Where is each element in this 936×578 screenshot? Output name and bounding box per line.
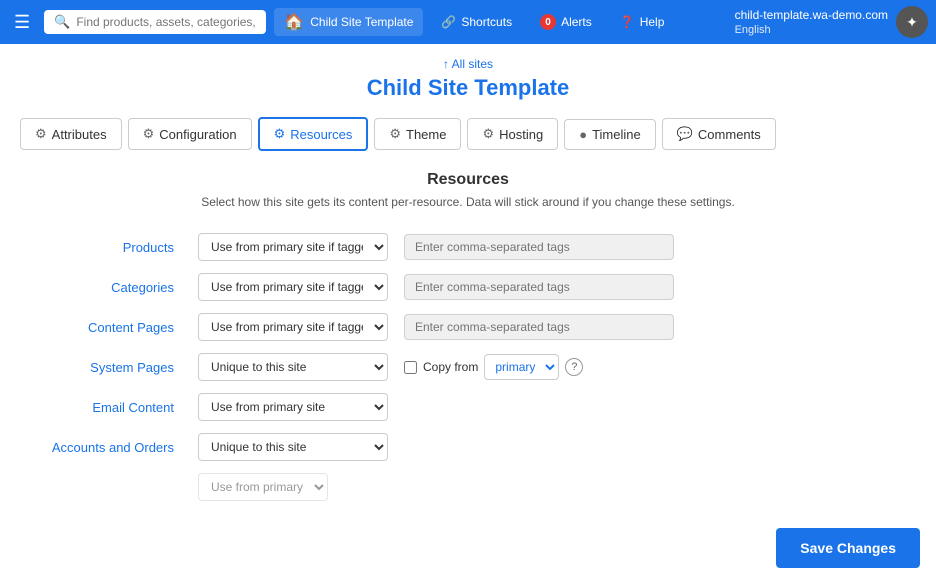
site-badge-label: Child Site Template (310, 15, 413, 29)
copy-from-checkbox[interactable] (404, 361, 417, 374)
accounts-orders-select-cell: Unique to this site Use from primary sit… (190, 427, 396, 467)
configuration-icon: ⚙ (143, 126, 155, 142)
categories-label: Categories (30, 267, 190, 307)
system-pages-label: System Pages (30, 347, 190, 387)
tab-resources[interactable]: ⚙ Resources (258, 117, 369, 151)
site-avatar: ✦ (896, 6, 928, 38)
resources-title: Resources (30, 171, 906, 189)
search-bar[interactable]: 🔍 (44, 10, 266, 34)
tab-hosting-label: Hosting (499, 127, 543, 142)
save-changes-button[interactable]: Save Changes (776, 528, 920, 568)
site-badge-icon: 🏠 (284, 12, 304, 32)
content-pages-label: Content Pages (30, 307, 190, 347)
tab-comments-label: Comments (698, 127, 761, 142)
more-extra-cell (396, 467, 906, 507)
email-content-select[interactable]: Use from primary site Use from primary s… (198, 393, 388, 421)
content-pages-select[interactable]: Use from primary site if tagged Use from… (198, 313, 388, 341)
content-area: Resources Select how this site gets its … (0, 161, 936, 517)
search-input[interactable] (76, 15, 256, 29)
table-row: Use from primary site (30, 467, 906, 507)
topnav: ☰ 🔍 🏠 Child Site Template 🔗 Shortcuts 0 … (0, 0, 936, 44)
system-pages-select[interactable]: Unique to this site Use from primary sit… (198, 353, 388, 381)
shortcuts-icon: 🔗 (441, 15, 456, 29)
hosting-icon: ⚙ (482, 126, 494, 142)
tab-timeline[interactable]: ● Timeline (564, 119, 656, 150)
theme-icon: ⚙ (389, 126, 401, 142)
table-row: System Pages Unique to this site Use fro… (30, 347, 906, 387)
copy-from-label: Copy from (423, 360, 478, 374)
help-label: Help (640, 15, 665, 29)
system-pages-copy-cell: Copy from primary ? (396, 347, 906, 387)
tab-attributes-label: Attributes (52, 127, 107, 142)
page-title: Child Site Template (0, 75, 936, 101)
page-header: ↑ All sites Child Site Template (0, 44, 936, 107)
table-row: Accounts and Orders Unique to this site … (30, 427, 906, 467)
search-icon: 🔍 (54, 14, 70, 30)
save-bar: Save Changes (0, 518, 936, 578)
site-info: child-template.wa-demo.com English ✦ (735, 6, 928, 38)
accounts-orders-extra-cell (396, 427, 906, 467)
tab-attributes[interactable]: ⚙ Attributes (20, 118, 122, 150)
accounts-orders-select[interactable]: Unique to this site Use from primary sit… (198, 433, 388, 461)
categories-select-cell: Use from primary site if tagged Use from… (190, 267, 396, 307)
resources-table: Products Use from primary site if tagged… (30, 227, 906, 507)
tab-comments[interactable]: 💬 Comments (662, 118, 776, 150)
tab-hosting[interactable]: ⚙ Hosting (467, 118, 558, 150)
tab-configuration[interactable]: ⚙ Configuration (128, 118, 252, 150)
products-select[interactable]: Use from primary site if tagged Use from… (198, 233, 388, 261)
resources-subtitle: Select how this site gets its content pe… (30, 195, 906, 209)
site-badge[interactable]: 🏠 Child Site Template (274, 8, 423, 36)
content-pages-tags-input[interactable] (404, 314, 674, 340)
email-content-label: Email Content (30, 387, 190, 427)
hamburger-icon[interactable]: ☰ (8, 6, 36, 39)
shortcuts-button[interactable]: 🔗 Shortcuts (431, 11, 522, 33)
products-label: Products (30, 227, 190, 267)
timeline-icon: ● (579, 127, 587, 142)
categories-tags-input[interactable] (404, 274, 674, 300)
content-pages-tags-cell (396, 307, 906, 347)
copy-from-select[interactable]: primary (484, 354, 559, 380)
table-row: Categories Use from primary site if tagg… (30, 267, 906, 307)
categories-select[interactable]: Use from primary site if tagged Use from… (198, 273, 388, 301)
system-pages-select-cell: Unique to this site Use from primary sit… (190, 347, 396, 387)
content-pages-select-cell: Use from primary site if tagged Use from… (190, 307, 396, 347)
table-row: Products Use from primary site if tagged… (30, 227, 906, 267)
products-select-cell: Use from primary site if tagged Use from… (190, 227, 396, 267)
products-tags-input[interactable] (404, 234, 674, 260)
help-circle-icon: ❓ (620, 15, 635, 29)
attributes-icon: ⚙ (35, 126, 47, 142)
more-select[interactable]: Use from primary site (198, 473, 328, 501)
tab-theme[interactable]: ⚙ Theme (374, 118, 461, 150)
email-content-extra-cell (396, 387, 906, 427)
site-language: English (735, 24, 888, 36)
accounts-orders-label: Accounts and Orders (30, 427, 190, 467)
products-tags-cell (396, 227, 906, 267)
tab-resources-label: Resources (290, 127, 352, 142)
alerts-badge: 0 (540, 14, 556, 30)
more-label (30, 467, 190, 507)
shortcuts-label: Shortcuts (461, 15, 512, 29)
all-sites-link[interactable]: ↑ All sites (443, 57, 493, 71)
more-select-cell: Use from primary site (190, 467, 396, 507)
tab-configuration-label: Configuration (159, 127, 236, 142)
categories-tags-cell (396, 267, 906, 307)
tab-timeline-label: Timeline (592, 127, 641, 142)
table-row: Email Content Use from primary site Use … (30, 387, 906, 427)
tab-theme-label: Theme (406, 127, 446, 142)
site-domain: child-template.wa-demo.com (735, 8, 888, 24)
alerts-button[interactable]: 0 Alerts (530, 10, 602, 34)
email-content-select-cell: Use from primary site Use from primary s… (190, 387, 396, 427)
help-button[interactable]: ❓ Help (610, 11, 675, 33)
copy-from-help-icon[interactable]: ? (565, 358, 583, 376)
table-row: Content Pages Use from primary site if t… (30, 307, 906, 347)
alerts-label: Alerts (561, 15, 592, 29)
comments-icon: 💬 (677, 126, 693, 142)
resources-icon: ⚙ (274, 126, 286, 142)
tabs-bar: ⚙ Attributes ⚙ Configuration ⚙ Resources… (0, 107, 936, 161)
